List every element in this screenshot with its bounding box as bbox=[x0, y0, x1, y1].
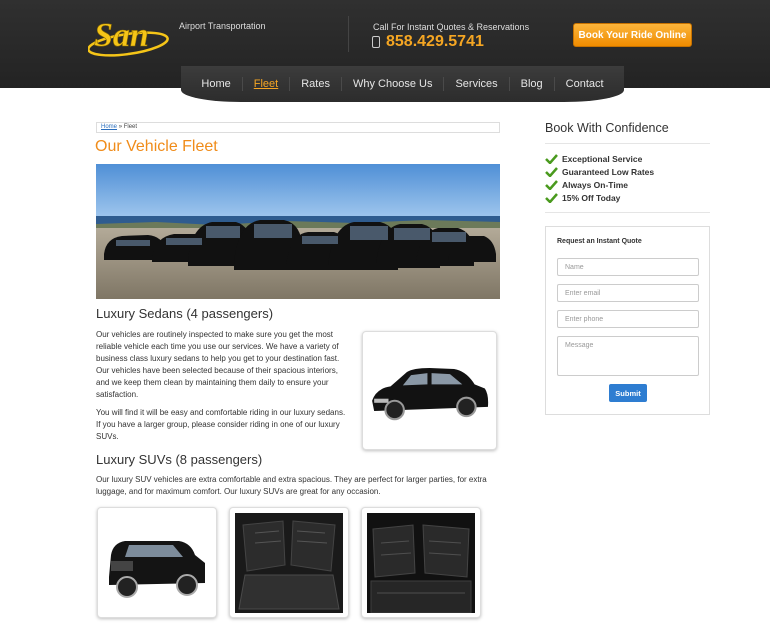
suv-interior-thumbnail-2[interactable] bbox=[361, 507, 481, 618]
feature-item: 15% Off Today bbox=[545, 191, 654, 204]
sedans-heading: Luxury Sedans (4 passengers) bbox=[96, 306, 274, 321]
suv-interior-image-1 bbox=[235, 513, 343, 613]
name-field[interactable]: Name bbox=[557, 258, 699, 276]
quote-form-title: Request an Instant Quote bbox=[557, 238, 642, 245]
nav-home[interactable]: Home bbox=[190, 77, 243, 91]
breadcrumb: Home » Fleet bbox=[96, 122, 500, 133]
breadcrumb-home[interactable]: Home bbox=[101, 124, 117, 130]
features-list: Exceptional Service Guaranteed Low Rates… bbox=[545, 152, 654, 204]
suvs-heading: Luxury SUVs (8 passengers) bbox=[96, 452, 263, 467]
submit-button[interactable]: Submit bbox=[609, 384, 647, 402]
checkmark-icon bbox=[545, 192, 558, 203]
san-logo[interactable]: San bbox=[88, 10, 173, 60]
nav-fleet[interactable]: Fleet bbox=[243, 77, 291, 91]
feature-label: Exceptional Service bbox=[562, 153, 643, 164]
nav-why-choose-us[interactable]: Why Choose Us bbox=[342, 77, 445, 91]
main-nav: Home Fleet Rates Why Choose Us Services … bbox=[181, 66, 624, 102]
logo-subtitle: Airport Transportation bbox=[179, 21, 266, 31]
sedan-thumbnail[interactable] bbox=[362, 331, 497, 450]
nav-rates[interactable]: Rates bbox=[290, 77, 342, 91]
feature-label: Guaranteed Low Rates bbox=[562, 166, 655, 177]
nav-contact[interactable]: Contact bbox=[555, 77, 615, 91]
breadcrumb-separator: » bbox=[118, 124, 123, 130]
email-field[interactable]: Enter email bbox=[557, 284, 699, 302]
call-text: Call For Instant Quotes & Reservations bbox=[373, 22, 530, 32]
feature-label: 15% Off Today bbox=[562, 192, 621, 203]
phone-field[interactable]: Enter phone bbox=[557, 310, 699, 328]
svg-text:San: San bbox=[94, 17, 149, 54]
suvs-paragraph: Our luxury SUV vehicles are extra comfor… bbox=[96, 475, 487, 496]
suv-exterior-thumbnail[interactable] bbox=[97, 507, 217, 618]
suv-interior-image-2 bbox=[367, 513, 475, 614]
sidebar-divider-bottom bbox=[545, 212, 710, 213]
feature-item: Guaranteed Low Rates bbox=[545, 165, 654, 178]
nav-blog[interactable]: Blog bbox=[510, 77, 555, 91]
header-divider bbox=[348, 16, 349, 52]
sidebar-divider-top bbox=[545, 143, 710, 144]
feature-label: Always On-Time bbox=[562, 179, 628, 190]
breadcrumb-current: Fleet bbox=[123, 124, 138, 130]
nav-services[interactable]: Services bbox=[444, 77, 510, 91]
suv-exterior-image bbox=[103, 513, 211, 613]
checkmark-icon bbox=[545, 153, 558, 164]
feature-item: Exceptional Service bbox=[545, 152, 654, 165]
fleet-hero-image bbox=[96, 164, 500, 299]
suv-interior-thumbnail-1[interactable] bbox=[229, 507, 349, 618]
feature-item: Always On-Time bbox=[545, 178, 654, 191]
sedans-paragraph-2: You will find it will be easy and comfor… bbox=[96, 408, 346, 441]
sedan-image bbox=[368, 337, 491, 444]
phone-icon bbox=[372, 36, 380, 48]
message-field[interactable]: Message bbox=[557, 336, 699, 376]
sidebar-title: Book With Confidence bbox=[545, 121, 669, 135]
book-ride-button[interactable]: Book Your Ride Online bbox=[573, 23, 692, 47]
checkmark-icon bbox=[545, 179, 558, 190]
checkmark-icon bbox=[545, 166, 558, 177]
phone-number-text: 858.429.5741 bbox=[386, 33, 484, 50]
page-title: Our Vehicle Fleet bbox=[95, 138, 218, 155]
phone-number[interactable]: 858.429.5741 bbox=[372, 33, 484, 51]
sedans-paragraph-1: Our vehicles are routinely inspected to … bbox=[96, 330, 340, 399]
quote-form: Request an Instant Quote Name Enter emai… bbox=[545, 226, 710, 415]
